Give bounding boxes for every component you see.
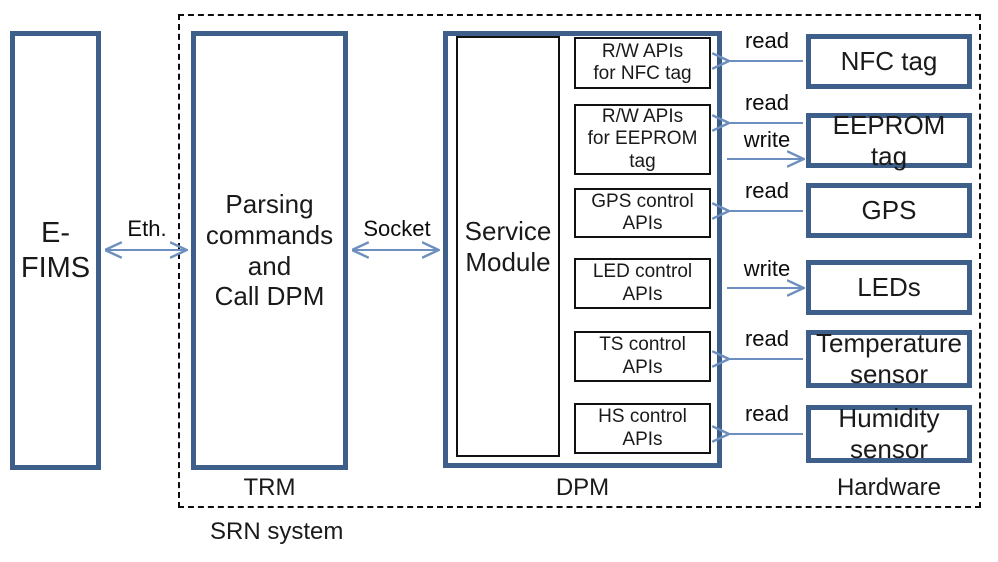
- api-box-nfc[interactable]: R/W APIs for NFC tag: [574, 37, 711, 89]
- api-box-gps[interactable]: GPS control APIs: [574, 188, 711, 238]
- link-label-nfc-read: read: [744, 28, 790, 53]
- link-label-eeprom-read: read: [744, 90, 790, 115]
- link-label-led-write: write: [743, 256, 791, 281]
- hardware-caption: Hardware: [836, 474, 942, 501]
- api-box-gps-label: GPS control APIs: [591, 190, 694, 234]
- api-box-hs[interactable]: HS control APIs: [574, 403, 711, 454]
- hardware-box-nfc-tag[interactable]: NFC tag: [806, 34, 972, 89]
- trm-label: Parsing commands and Call DPM: [205, 189, 334, 312]
- link-label-socket: Socket: [363, 216, 431, 241]
- hardware-box-gps[interactable]: GPS: [806, 183, 972, 238]
- api-box-led-label: LED control APIs: [592, 261, 693, 305]
- dpm-caption: DPM: [555, 474, 610, 501]
- api-box-eeprom[interactable]: R/W APIs for EEPROM tag: [574, 104, 711, 175]
- efims-label: E- FIMS: [20, 217, 91, 284]
- api-box-ts[interactable]: TS control APIs: [574, 331, 711, 382]
- link-label-humidity-read: read: [744, 401, 790, 426]
- hardware-gps-label: GPS: [861, 195, 917, 226]
- hardware-temperature-sensor-label: Temperature sensor: [816, 328, 962, 389]
- hardware-humidity-sensor-label: Humidity sensor: [838, 403, 940, 464]
- link-label-eeprom-write: write: [743, 127, 791, 152]
- trm-caption: TRM: [243, 474, 296, 501]
- hardware-box-eeprom-tag[interactable]: EEPROM tag: [806, 109, 972, 171]
- srn-system-caption: SRN system: [210, 518, 344, 545]
- hardware-eeprom-tag-label: EEPROM tag: [832, 109, 946, 171]
- trm-box[interactable]: Parsing commands and Call DPM: [191, 31, 348, 470]
- hardware-nfc-tag-label: NFC tag: [840, 46, 938, 77]
- efims-box[interactable]: E- FIMS: [10, 31, 101, 470]
- diagram-canvas: E- FIMS Parsing commands and Call DPM TR…: [0, 0, 998, 562]
- hardware-leds-label: LEDs: [857, 272, 921, 303]
- link-label-gps-read: read: [744, 178, 790, 203]
- api-box-hs-label: HS control APIs: [598, 406, 687, 450]
- hardware-box-humidity-sensor[interactable]: Humidity sensor: [806, 403, 972, 464]
- api-box-led[interactable]: LED control APIs: [574, 258, 711, 309]
- link-label-eth: Eth.: [127, 216, 167, 241]
- service-module-label: Service Module: [464, 215, 552, 277]
- api-box-ts-label: TS control APIs: [599, 334, 686, 378]
- hardware-box-temperature-sensor[interactable]: Temperature sensor: [806, 328, 972, 389]
- api-box-nfc-label: R/W APIs for NFC tag: [593, 40, 692, 84]
- hardware-box-leds[interactable]: LEDs: [806, 260, 972, 315]
- link-label-temperature-read: read: [744, 326, 790, 351]
- service-module-box[interactable]: Service Module: [456, 36, 560, 457]
- api-box-eeprom-label: R/W APIs for EEPROM tag: [587, 105, 698, 172]
